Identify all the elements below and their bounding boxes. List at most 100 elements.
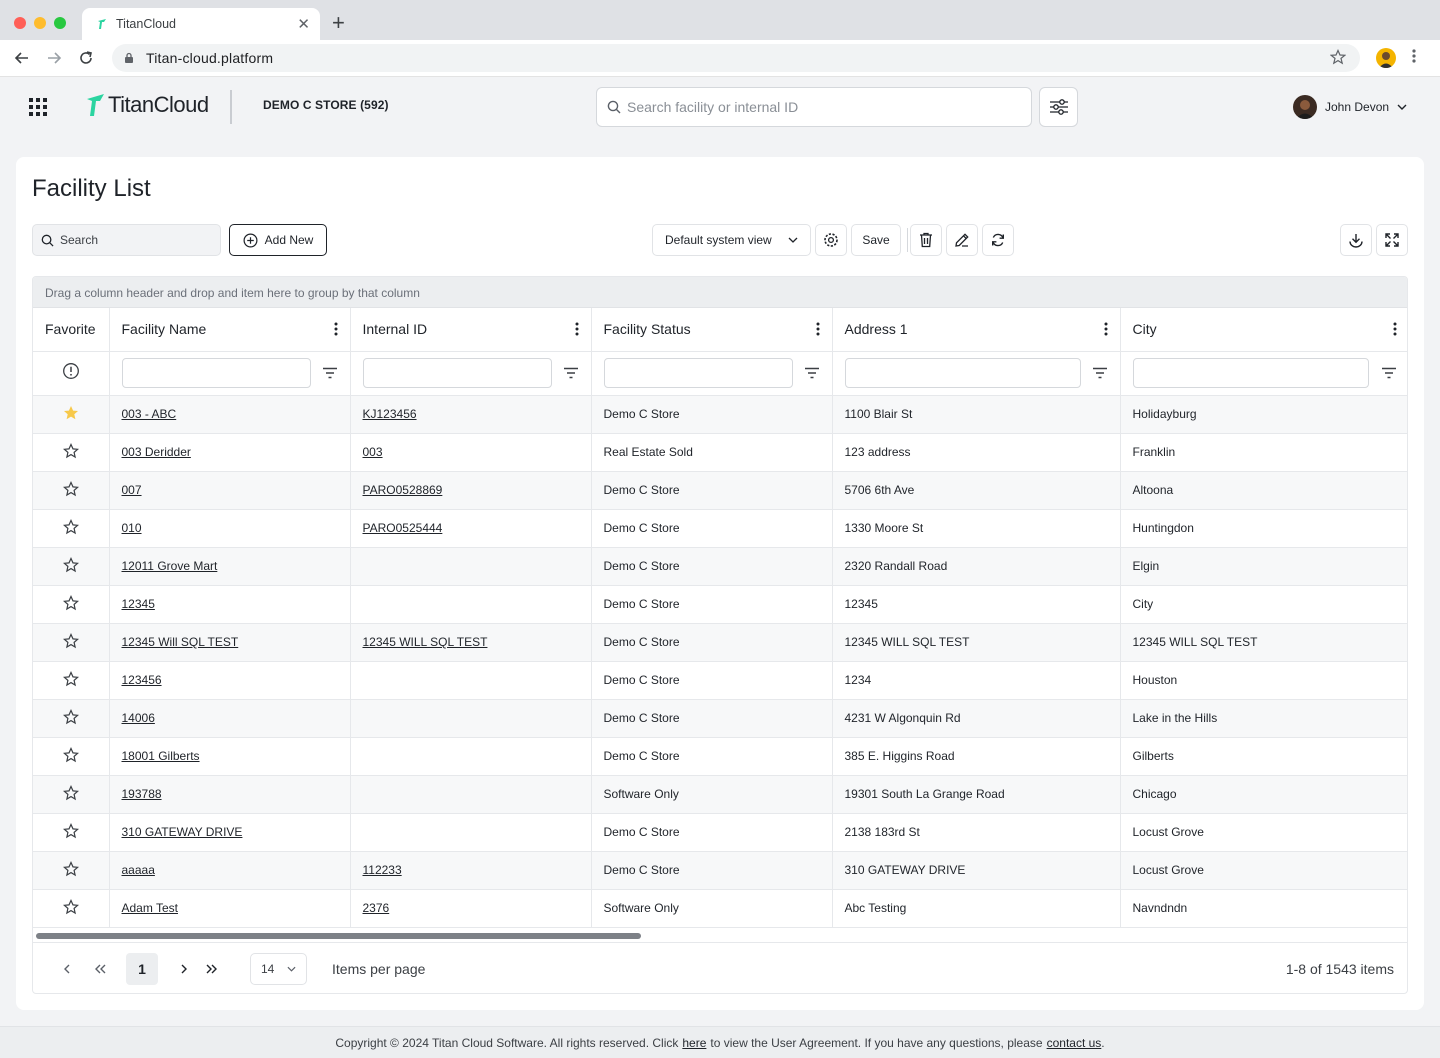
star-outline-icon[interactable] <box>62 556 79 573</box>
facility-name-link[interactable]: 310 GATEWAY DRIVE <box>122 825 243 839</box>
contact-us-link[interactable]: contact us <box>1047 1036 1102 1050</box>
view-settings-button[interactable] <box>815 224 847 256</box>
save-view-button[interactable]: Save <box>851 224 901 256</box>
internal-id-link[interactable]: PARO0528869 <box>363 483 443 497</box>
fullscreen-button[interactable] <box>1376 224 1408 256</box>
star-filled-icon[interactable] <box>63 405 79 421</box>
add-new-button[interactable]: Add New <box>229 224 327 256</box>
column-header-city[interactable]: City <box>1120 308 1407 352</box>
view-select[interactable]: Default system view <box>652 224 811 256</box>
table-row[interactable]: 007 PARO0528869 Demo C Store 5706 6th Ave Al… <box>33 471 1407 510</box>
app-launcher-icon[interactable] <box>29 98 47 121</box>
global-search-input[interactable] <box>627 99 1007 115</box>
column-header-favorite[interactable]: Favorite <box>33 308 110 352</box>
filter-input-address-1[interactable] <box>844 358 1081 388</box>
filter-icon[interactable] <box>322 367 338 379</box>
reload-icon[interactable] <box>76 48 96 68</box>
table-row[interactable]: 12345 Will SQL TEST 12345 WILL SQL TEST De… <box>33 623 1407 662</box>
global-search-box[interactable] <box>596 87 1032 127</box>
table-row[interactable]: 12345 Demo C Store 12345 City <box>33 585 1407 624</box>
star-outline-icon[interactable] <box>62 822 79 839</box>
advanced-filter-button[interactable] <box>1039 87 1078 127</box>
titancloud-logo[interactable]: TitanCloud <box>86 92 209 118</box>
star-outline-icon[interactable] <box>62 518 79 535</box>
table-row[interactable]: 123456 Demo C Store 1234 Houston <box>33 661 1407 700</box>
prev-page-icon[interactable] <box>61 956 73 982</box>
forward-arrow-icon[interactable] <box>44 48 64 68</box>
facility-name-link[interactable]: 12345 <box>122 597 155 611</box>
filter-icon[interactable] <box>1381 367 1397 379</box>
delete-view-button[interactable] <box>910 224 942 256</box>
internal-id-link[interactable]: 12345 WILL SQL TEST <box>363 635 488 649</box>
edit-view-button[interactable] <box>946 224 978 256</box>
minimize-window-button[interactable] <box>34 17 46 29</box>
current-page-button[interactable]: 1 <box>126 953 158 985</box>
table-row[interactable]: 310 GATEWAY DRIVE Demo C Store 2138 183rd … <box>33 813 1407 852</box>
store-name[interactable]: DEMO C STORE (592) <box>263 98 389 112</box>
user-menu[interactable]: John Devon <box>1293 95 1407 119</box>
column-menu-icon[interactable] <box>575 322 579 336</box>
group-drop-zone[interactable]: Drag a column header and drop and item h… <box>33 277 1407 308</box>
column-header-facility-name[interactable]: Facility Name <box>109 308 351 352</box>
facility-name-link[interactable]: aaaaa <box>122 863 155 877</box>
table-row[interactable]: Adam Test 2376 Software Only Abc Testing Nav… <box>33 889 1407 928</box>
bookmark-star-icon[interactable] <box>1330 49 1346 65</box>
page-size-select[interactable]: 14 <box>250 953 307 985</box>
internal-id-link[interactable]: KJ123456 <box>363 407 417 421</box>
facility-name-link[interactable]: 003 Deridder <box>122 445 191 459</box>
filter-icon[interactable] <box>563 367 579 379</box>
facility-name-link[interactable]: 12011 Grove Mart <box>122 559 218 573</box>
table-row[interactable]: 003 Deridder 003 Real Estate Sold 123 addre… <box>33 433 1407 472</box>
grid-search-box[interactable] <box>32 224 221 256</box>
internal-id-link[interactable]: 003 <box>363 445 383 459</box>
close-tab-icon[interactable]: ✕ <box>297 15 310 33</box>
horizontal-scrollbar[interactable] <box>36 931 1406 941</box>
facility-name-link[interactable]: 123456 <box>122 673 162 687</box>
facility-name-link[interactable]: 010 <box>122 521 142 535</box>
star-outline-icon[interactable] <box>62 442 79 459</box>
next-page-icon[interactable] <box>178 956 190 982</box>
column-menu-icon[interactable] <box>1104 322 1108 336</box>
filter-input-internal-id[interactable] <box>362 358 552 388</box>
filter-input-facility-status[interactable] <box>603 358 793 388</box>
facility-name-link[interactable]: 18001 Gilberts <box>122 749 200 763</box>
facility-name-link[interactable]: 193788 <box>122 787 162 801</box>
table-row[interactable]: 14006 Demo C Store 4231 W Algonquin Rd Lake… <box>33 699 1407 738</box>
browser-menu-icon[interactable] <box>1412 48 1416 69</box>
facility-name-link[interactable]: 003 - ABC <box>122 407 177 421</box>
column-menu-icon[interactable] <box>334 322 338 336</box>
url-bar[interactable]: Titan-cloud.platform <box>112 44 1360 72</box>
filter-icon[interactable] <box>804 367 820 379</box>
table-row[interactable]: 18001 Gilberts Demo C Store 385 E. Higgins… <box>33 737 1407 776</box>
column-header-address-1[interactable]: Address 1 <box>832 308 1121 352</box>
star-outline-icon[interactable] <box>62 898 79 915</box>
star-outline-icon[interactable] <box>62 860 79 877</box>
filter-input-city[interactable] <box>1132 358 1369 388</box>
column-menu-icon[interactable] <box>816 322 820 336</box>
browser-profile-avatar[interactable] <box>1376 48 1396 68</box>
internal-id-link[interactable]: PARO0525444 <box>363 521 443 535</box>
browser-tab[interactable]: TitanCloud ✕ <box>82 8 320 40</box>
table-row[interactable]: 12011 Grove Mart Demo C Store 2320 Randall… <box>33 547 1407 586</box>
internal-id-link[interactable]: 112233 <box>363 863 402 877</box>
column-menu-icon[interactable] <box>1393 322 1397 336</box>
maximize-window-button[interactable] <box>54 17 66 29</box>
facility-name-link[interactable]: 007 <box>122 483 142 497</box>
column-header-facility-status[interactable]: Facility Status <box>591 308 833 352</box>
user-agreement-link[interactable]: here <box>682 1036 706 1050</box>
star-outline-icon[interactable] <box>62 670 79 687</box>
facility-name-link[interactable]: 14006 <box>122 711 155 725</box>
table-row[interactable]: 003 - ABC KJ123456 Demo C Store 1100 Blair … <box>33 395 1407 434</box>
table-row[interactable]: 193788 Software Only 19301 South La Grange… <box>33 775 1407 814</box>
internal-id-link[interactable]: 2376 <box>363 901 390 915</box>
new-tab-icon[interactable]: + <box>332 10 345 36</box>
column-header-internal-id[interactable]: Internal ID <box>350 308 592 352</box>
last-page-icon[interactable] <box>204 956 218 982</box>
table-row[interactable]: aaaaa 112233 Demo C Store 310 GATEWAY DRIVE… <box>33 851 1407 890</box>
back-arrow-icon[interactable] <box>12 48 32 68</box>
scrollbar-thumb[interactable] <box>36 933 641 939</box>
close-window-button[interactable] <box>14 17 26 29</box>
filter-icon[interactable] <box>1092 367 1108 379</box>
filter-input-facility-name[interactable] <box>121 358 311 388</box>
star-outline-icon[interactable] <box>62 784 79 801</box>
